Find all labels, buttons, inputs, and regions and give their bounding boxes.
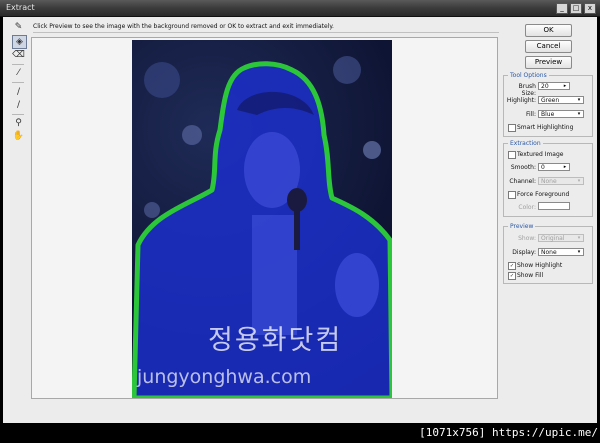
tool-divider (12, 64, 24, 65)
cancel-button[interactable]: Cancel (525, 40, 572, 53)
show-value: Original (541, 235, 565, 242)
display-select[interactable]: None ▾ (538, 248, 584, 256)
eraser-tool-icon[interactable]: ⌫ (12, 49, 25, 61)
eyedropper-tool-icon[interactable]: ⁄ (12, 67, 25, 79)
smooth-label: Smooth: (510, 164, 536, 171)
maximize-button[interactable]: □ (570, 3, 582, 14)
watermark-url: jungyonghwa.com (137, 366, 312, 388)
source-image[interactable]: 정용화닷컴 jungyonghwa.com (132, 40, 392, 398)
smart-highlighting-label: Smart Highlighting (517, 124, 574, 131)
smooth-value: 0 (541, 164, 545, 171)
tool-divider (12, 82, 24, 83)
textured-image-checkbox[interactable] (508, 151, 516, 159)
tool-divider (12, 114, 24, 115)
edge-highlighter-tool-icon[interactable]: ✎ (12, 21, 25, 33)
display-value: None (541, 249, 557, 256)
zoom-tool-icon[interactable]: ⚲ (12, 117, 25, 129)
color-label: Color: (518, 204, 536, 211)
tool-options-group: Tool Options Brush Size: 20 ▸ Highlight:… (503, 72, 593, 137)
tool-options-title: Tool Options (508, 72, 549, 79)
tool-palette: ✎ ◈ ⌫ ⁄ ∕ ∕ ⚲ ✋ (3, 17, 29, 423)
fill-label: Fill: (525, 111, 536, 118)
image-dimensions: [1071x756] (419, 426, 486, 439)
chevron-down-icon: ▾ (577, 97, 581, 103)
extraction-group: Extraction Textured Image Smooth: 0 ▸ Ch… (503, 140, 593, 217)
highlight-value: Green (541, 97, 560, 104)
ok-button[interactable]: OK (525, 24, 572, 37)
brush-size-label: Brush Size: (518, 83, 536, 97)
highlight-label: Highlight: (506, 97, 536, 104)
force-foreground-checkbox[interactable] (508, 191, 516, 199)
hand-tool-icon[interactable]: ✋ (12, 130, 25, 142)
display-label: Display: (512, 249, 536, 256)
options-panel: OK Cancel Preview Tool Options Brush Siz… (501, 17, 597, 423)
close-button[interactable]: x (584, 3, 596, 14)
chevron-down-icon: ▾ (577, 235, 581, 241)
fill-tool-icon[interactable]: ◈ (12, 35, 27, 49)
chevron-down-icon: ▾ (577, 111, 581, 117)
cleanup-tool-icon[interactable]: ∕ (12, 86, 25, 98)
channel-label: Channel: (509, 178, 536, 185)
color-swatch[interactable] (538, 202, 570, 210)
smooth-input[interactable]: 0 ▸ (538, 163, 570, 171)
chevron-down-icon: ▾ (577, 178, 581, 184)
channel-value: None (541, 178, 557, 185)
show-fill-label: Show Fill (517, 272, 544, 279)
edge-touchup-tool-icon[interactable]: ∕ (12, 99, 25, 111)
brush-size-input[interactable]: 20 ▸ (538, 82, 570, 90)
show-highlight-label: Show Highlight (517, 262, 563, 269)
title-bar: Extract _ □ x (0, 0, 600, 17)
watermark-korean: 정용화닷컴 (208, 325, 343, 356)
textured-image-label: Textured Image (517, 151, 564, 158)
preview-button[interactable]: Preview (525, 56, 572, 69)
smart-highlighting-checkbox[interactable] (508, 124, 516, 132)
minimize-button[interactable]: _ (556, 3, 568, 14)
fill-select[interactable]: Blue ▾ (538, 110, 584, 118)
show-highlight-checkbox[interactable]: ✓ (508, 262, 516, 270)
chevron-down-icon: ▾ (577, 249, 581, 255)
show-select[interactable]: Original ▾ (538, 234, 584, 242)
window-title: Extract (6, 3, 35, 12)
preview-title: Preview (508, 223, 536, 230)
channel-select[interactable]: None ▾ (538, 177, 584, 185)
force-foreground-label: Force Foreground (517, 191, 570, 198)
show-fill-checkbox[interactable]: ✓ (508, 272, 516, 280)
instruction-text: Click Preview to see the image with the … (33, 23, 499, 33)
extraction-title: Extraction (508, 140, 543, 147)
show-label: Show: (518, 235, 536, 242)
fill-value: Blue (541, 111, 555, 118)
preview-group: Preview Show: Original ▾ Display: None ▾… (503, 223, 593, 284)
slider-arrow-icon[interactable]: ▸ (561, 83, 569, 89)
slider-arrow-icon[interactable]: ▸ (561, 164, 569, 170)
highlight-select[interactable]: Green ▾ (538, 96, 584, 104)
brush-size-value: 20 (541, 83, 549, 90)
image-host-caption: [1071x756] https://upic.me/ (419, 423, 598, 443)
host-url[interactable]: https://upic.me/ (492, 426, 598, 439)
